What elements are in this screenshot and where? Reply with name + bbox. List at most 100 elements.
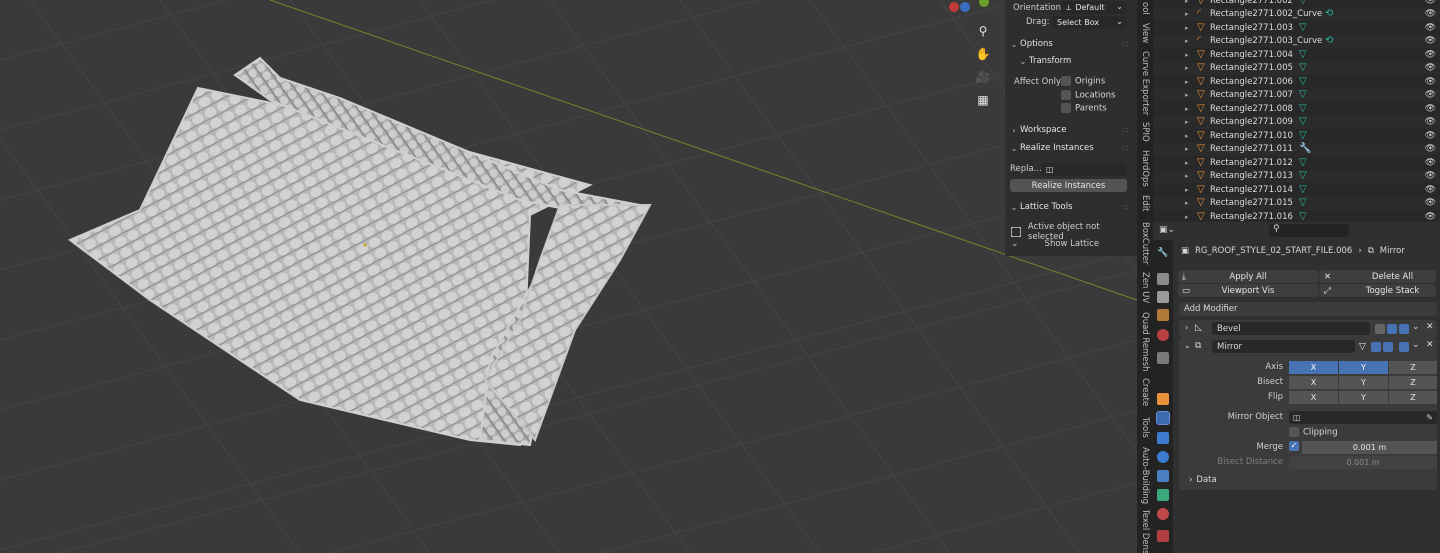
edit-mode-toggle-icon[interactable] (1371, 342, 1381, 352)
curve-data-icon[interactable]: ⟲ (1325, 9, 1335, 19)
axis-y-toggle[interactable]: Y (1339, 361, 1388, 374)
tab-curve-exporter[interactable]: Curve Exporter (1137, 50, 1153, 116)
flip-x-toggle[interactable]: X (1289, 391, 1338, 404)
tab-spio[interactable]: SPIO (1137, 120, 1153, 144)
bisect-x-toggle[interactable]: X (1289, 376, 1338, 389)
outliner-row[interactable]: ▸ ▽ Rectangle2771.008 ▽ 👁 (1153, 102, 1440, 116)
gizmo-y-axis[interactable] (960, 2, 970, 12)
constraints-tab-icon[interactable] (1157, 470, 1169, 482)
expand-arrow-icon[interactable]: ▸ (1185, 213, 1189, 221)
outliner-row[interactable]: ▸ ▽ Rectangle2771.012 ▽ 👁 (1153, 156, 1440, 170)
perspective-grid-icon[interactable]: ▦ (972, 89, 994, 111)
texture-tab-icon[interactable] (1157, 530, 1169, 542)
outliner-row[interactable]: ▸ ▽ Rectangle2771.003 ▽ 👁 (1153, 21, 1440, 35)
parents-checkbox[interactable]: Parents (1061, 103, 1107, 114)
data-tab-icon[interactable] (1157, 489, 1169, 501)
mesh-data-icon[interactable]: ▽ (1299, 0, 1309, 6)
replace-object-field[interactable]: ◫ (1041, 163, 1127, 176)
mesh-data-icon[interactable]: ▽ (1299, 76, 1309, 87)
bisect-distance-field[interactable]: 0.001 m (1289, 456, 1437, 469)
add-modifier-button[interactable]: Add Modifier (1179, 302, 1437, 316)
wrench-modifier-icon[interactable]: 🔧 (1299, 144, 1311, 154)
properties-search-input[interactable]: ⚲ (1269, 224, 1349, 237)
visibility-eye-icon[interactable]: 👁 (1425, 171, 1436, 181)
mesh-data-icon[interactable]: ▽ (1299, 117, 1309, 127)
outliner-row[interactable]: ▸ ▽ Rectangle2771.002 ▽ 👁 (1153, 0, 1440, 8)
expand-arrow-icon[interactable]: ▸ (1185, 132, 1189, 140)
expand-arrow-icon[interactable]: ▸ (1185, 64, 1189, 72)
modifier-tab-icon[interactable] (1156, 411, 1170, 425)
visibility-eye-icon[interactable]: 👁 (1425, 144, 1436, 154)
outliner-row[interactable]: ▸ ▽ Rectangle2771.007 ▽ 👁 (1153, 88, 1440, 102)
tab-view[interactable]: View (1137, 20, 1153, 46)
outliner-row[interactable]: ▸ ▽ Rectangle2771.014 ▽ 👁 (1153, 183, 1440, 197)
outliner-row[interactable]: ▸ ▽ Rectangle2771.011 🔧 👁 (1153, 142, 1440, 156)
render-toggle-icon[interactable] (1399, 342, 1409, 352)
drag-dropdown[interactable]: Select Box ⌄ (1052, 16, 1127, 29)
mesh-data-icon[interactable]: ▽ (1299, 198, 1309, 208)
expand-arrow-icon[interactable]: ▸ (1185, 145, 1189, 153)
viewport-toggle-icon[interactable] (1383, 342, 1393, 352)
visibility-eye-icon[interactable]: 👁 (1425, 212, 1436, 222)
transform-subsection-header[interactable]: ⌄ Transform (1017, 53, 1143, 69)
apply-all-button[interactable]: ⤓ Apply All (1178, 270, 1318, 283)
scene-tab-icon[interactable] (1157, 329, 1169, 341)
mesh-data-icon[interactable]: ▽ (1299, 103, 1309, 114)
eyedropper-icon[interactable]: ✎ (1426, 413, 1433, 422)
outliner-row[interactable]: ▸ ▽ Rectangle2771.010 ▽ 👁 (1153, 129, 1440, 143)
outliner-row[interactable]: ▸ ▽ Rectangle2771.004 ▽ 👁 (1153, 48, 1440, 62)
bisect-y-toggle[interactable]: Y (1339, 376, 1388, 389)
bevel-name-field[interactable]: Bevel (1212, 322, 1370, 335)
visibility-eye-icon[interactable]: 👁 (1425, 9, 1436, 19)
viewport-vis-button[interactable]: ▭ Viewport Vis (1178, 284, 1318, 297)
gizmo-x-axis[interactable] (949, 2, 959, 12)
tab-auto-building[interactable]: Auto-Building (1137, 447, 1153, 504)
pan-hand-icon[interactable]: ✋ (972, 43, 994, 65)
realize-instances-button[interactable]: Realize Instances (1010, 179, 1127, 192)
expand-arrow-icon[interactable]: ▸ (1185, 172, 1189, 180)
tool-tab-icon[interactable]: 🔧 (1157, 248, 1169, 260)
render-toggle-icon[interactable] (1399, 324, 1409, 334)
tab-hardops[interactable]: HardOps (1137, 148, 1153, 188)
mesh-data-icon[interactable]: ▽ (1299, 22, 1309, 33)
visibility-eye-icon[interactable]: 👁 (1425, 23, 1436, 33)
chevron-right-icon[interactable]: › (1185, 323, 1188, 332)
visibility-eye-icon[interactable]: 👁 (1425, 50, 1436, 60)
mesh-data-icon[interactable]: ▽ (1299, 90, 1309, 100)
visibility-eye-icon[interactable]: 👁 (1425, 0, 1436, 6)
visibility-eye-icon[interactable]: 👁 (1425, 185, 1436, 195)
show-lattice-button[interactable]: ⌄ Show Lattice (1011, 239, 1099, 249)
object-tab-icon[interactable] (1157, 393, 1169, 405)
axis-z-toggle[interactable]: Z (1389, 361, 1437, 374)
view-layer-tab-icon[interactable] (1157, 309, 1169, 321)
chevron-down-icon[interactable]: ⌄ (1184, 341, 1191, 350)
mesh-data-icon[interactable]: ▽ (1299, 211, 1309, 222)
particles-tab-icon[interactable] (1157, 432, 1169, 444)
expand-arrow-icon[interactable]: ▸ (1185, 159, 1189, 167)
visibility-eye-icon[interactable]: 👁 (1425, 117, 1436, 127)
outliner-row[interactable]: ▸ ▽ Rectangle2771.005 ▽ 👁 (1153, 61, 1440, 75)
visibility-eye-icon[interactable]: 👁 (1425, 158, 1436, 168)
tab-edit[interactable]: Edit (1137, 192, 1153, 214)
flip-z-toggle[interactable]: Z (1389, 391, 1437, 404)
tab-quad-remesh[interactable]: Quad Remesh (1137, 312, 1153, 372)
curve-data-icon[interactable]: ⟲ (1325, 36, 1335, 46)
render-tab-icon[interactable] (1157, 273, 1169, 285)
tab-tool[interactable]: ool (1137, 0, 1153, 16)
tab-texel-density[interactable]: Texel Dens (1137, 510, 1153, 553)
mirror-object-field[interactable]: ◫ ✎ (1289, 411, 1437, 424)
close-icon[interactable]: ✕ (1426, 322, 1434, 332)
expand-arrow-icon[interactable]: ▸ (1185, 0, 1189, 5)
flip-y-toggle[interactable]: Y (1339, 391, 1388, 404)
close-icon[interactable]: ✕ (1426, 340, 1434, 350)
workspace-section-header[interactable]: › Workspace ∷ (1008, 122, 1134, 138)
bisect-z-toggle[interactable]: Z (1389, 376, 1437, 389)
mesh-data-icon[interactable]: ▽ (1299, 157, 1309, 168)
visibility-eye-icon[interactable]: 👁 (1425, 198, 1436, 208)
collection-tab-icon[interactable] (1157, 352, 1169, 364)
expand-arrow-icon[interactable]: ▸ (1185, 37, 1189, 45)
mirror-name-field[interactable]: Mirror (1212, 340, 1355, 353)
expand-arrow-icon[interactable]: ▸ (1185, 51, 1189, 59)
orientation-dropdown[interactable]: ⟂ Default ⌄ (1061, 1, 1127, 14)
visibility-eye-icon[interactable]: 👁 (1425, 63, 1436, 73)
